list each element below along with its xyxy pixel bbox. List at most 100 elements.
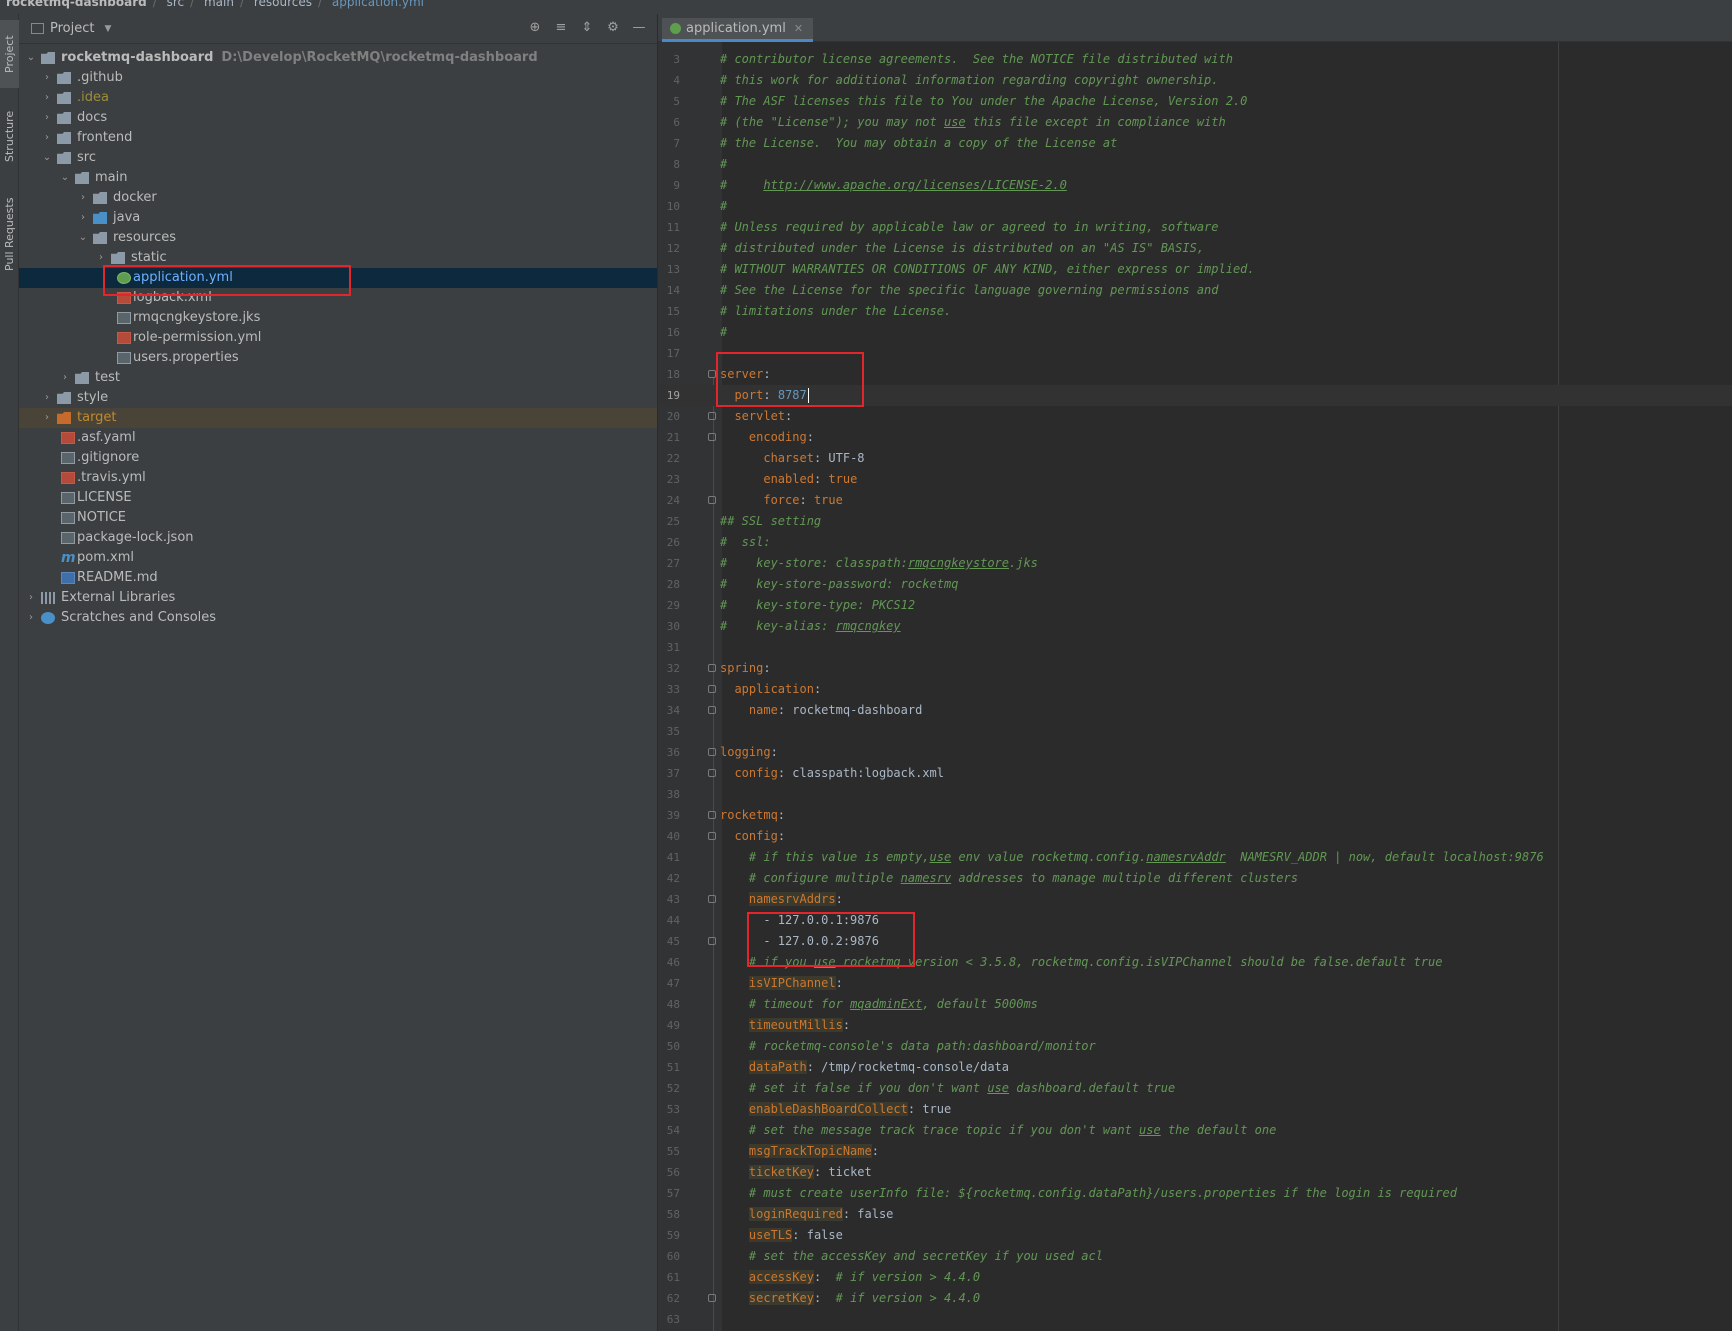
tab-structure[interactable]: Structure xyxy=(0,98,19,174)
fold-marker-icon[interactable] xyxy=(708,433,716,441)
fold-marker-icon[interactable] xyxy=(708,769,716,777)
tree-row[interactable]: package-lock.json xyxy=(19,528,657,548)
breadcrumb-item[interactable]: src xyxy=(167,0,185,9)
fold-marker-icon[interactable] xyxy=(708,811,716,819)
chevron-right-icon[interactable]: › xyxy=(25,608,37,628)
tree-row[interactable]: › target xyxy=(19,408,657,428)
code-line[interactable]: # xyxy=(720,154,727,175)
locate-icon[interactable]: ⊕ xyxy=(527,20,543,36)
code-line[interactable]: charset: UTF-8 xyxy=(720,448,864,469)
fold-marker-icon[interactable] xyxy=(708,370,716,378)
chevron-down-icon[interactable]: ⌄ xyxy=(77,228,89,248)
code-line[interactable]: # the License. You may obtain a copy of … xyxy=(720,133,1117,154)
tree-row-root[interactable]: ⌄ rocketmq-dashboard D:\Develop\RocketMQ\… xyxy=(19,48,657,68)
code-line[interactable]: enabled: true xyxy=(720,469,857,490)
code-line[interactable]: application: xyxy=(720,679,821,700)
code-line[interactable]: # set it false if you don't want use das… xyxy=(720,1078,1175,1099)
tree-row[interactable]: › static xyxy=(19,248,657,268)
code-line[interactable]: isVIPChannel: xyxy=(720,973,843,994)
tree-row[interactable]: › .idea xyxy=(19,88,657,108)
code-line[interactable]: ticketKey: ticket xyxy=(720,1162,872,1183)
tree-row[interactable]: LICENSE xyxy=(19,488,657,508)
code-line[interactable]: # configure multiple namesrv addresses t… xyxy=(720,868,1298,889)
tree-row[interactable]: NOTICE xyxy=(19,508,657,528)
code-line[interactable]: # rocketmq-console's data path:dashboard… xyxy=(720,1036,1096,1057)
breadcrumb-item[interactable]: resources xyxy=(254,0,312,9)
code-line[interactable]: enableDashBoardCollect: true xyxy=(720,1099,951,1120)
tree-row[interactable]: › docs xyxy=(19,108,657,128)
chevron-down-icon[interactable]: ▼ xyxy=(104,24,111,34)
code-line[interactable]: # key-alias: rmqcngkey xyxy=(720,616,901,637)
code-line[interactable]: spring: xyxy=(720,658,771,679)
tree-row[interactable]: ⌄ resources xyxy=(19,228,657,248)
tree-row[interactable]: ⌄ main xyxy=(19,168,657,188)
fold-marker-icon[interactable] xyxy=(708,748,716,756)
chevron-right-icon[interactable]: › xyxy=(41,108,53,128)
code-line[interactable]: # this work for additional information r… xyxy=(720,70,1219,91)
chevron-down-icon[interactable]: ⌄ xyxy=(41,148,53,168)
code-line[interactable]: force: true xyxy=(720,490,842,511)
breadcrumb-item[interactable]: application.yml xyxy=(332,0,424,9)
code-line[interactable]: # http://www.apache.org/licenses/LICENSE… xyxy=(720,175,1067,196)
chevron-right-icon[interactable]: › xyxy=(25,588,37,608)
code-line[interactable]: # limitations under the License. xyxy=(720,301,951,322)
tree-row[interactable]: .travis.yml xyxy=(19,468,657,488)
chevron-right-icon[interactable]: › xyxy=(41,388,53,408)
code-line[interactable]: servlet: xyxy=(720,406,792,427)
fold-marker-icon[interactable] xyxy=(708,1294,716,1302)
chevron-down-icon[interactable]: ⌄ xyxy=(25,48,37,68)
code-line[interactable]: # contributor license agreements. See th… xyxy=(720,49,1233,70)
code-line[interactable]: # xyxy=(720,196,727,217)
chevron-right-icon[interactable]: › xyxy=(77,188,89,208)
tree-row-selected[interactable]: application.yml xyxy=(19,268,657,288)
code-line[interactable]: encoding: xyxy=(720,427,814,448)
chevron-right-icon[interactable]: › xyxy=(41,88,53,108)
tree-row[interactable]: role-permission.yml xyxy=(19,328,657,348)
code-line[interactable]: # must create userInfo file: ${rocketmq.… xyxy=(720,1183,1457,1204)
code-line[interactable]: # key-store-type: PKCS12 xyxy=(720,595,915,616)
code-line[interactable]: logging: xyxy=(720,742,778,763)
code-line[interactable]: # timeout for mqadminExt, default 5000ms xyxy=(720,994,1038,1015)
tab-pull-requests[interactable]: Pull Requests xyxy=(0,184,19,284)
chevron-right-icon[interactable]: › xyxy=(95,248,107,268)
tab-project[interactable]: Project xyxy=(0,20,19,88)
close-icon[interactable]: ✕ xyxy=(794,18,803,40)
breadcrumb-item[interactable]: rocketmq-dashboard xyxy=(6,0,147,9)
code-line[interactable]: # (the "License"); you may not use this … xyxy=(720,112,1226,133)
fold-marker-icon[interactable] xyxy=(708,832,716,840)
code-line[interactable]: timeoutMillis: xyxy=(720,1015,850,1036)
code-line[interactable]: # The ASF licenses this file to You unde… xyxy=(720,91,1247,112)
code-line[interactable]: # set the accessKey and secretKey if you… xyxy=(720,1246,1103,1267)
tree-row[interactable]: m pom.xml xyxy=(19,548,657,568)
tree-row[interactable]: .asf.yaml xyxy=(19,428,657,448)
tree-row[interactable]: users.properties xyxy=(19,348,657,368)
tree-row[interactable]: logback.xml xyxy=(19,288,657,308)
tree-row[interactable]: › External Libraries xyxy=(19,588,657,608)
tree-row[interactable]: › docker xyxy=(19,188,657,208)
code-line[interactable]: - 127.0.0.1:9876 xyxy=(720,910,879,931)
gear-icon[interactable]: ⚙ xyxy=(605,20,621,36)
code-line[interactable]: # WITHOUT WARRANTIES OR CONDITIONS OF AN… xyxy=(720,259,1255,280)
code-line[interactable]: # if you use rocketmq version < 3.5.8, r… xyxy=(720,952,1443,973)
tree-row[interactable]: › Scratches and Consoles xyxy=(19,608,657,628)
code-line[interactable]: ## SSL setting xyxy=(720,511,821,532)
tab-application-yml[interactable]: application.yml ✕ xyxy=(662,18,814,42)
code-line[interactable]: port: 8787 xyxy=(720,385,809,406)
code-line[interactable]: name: rocketmq-dashboard xyxy=(720,700,922,721)
minimize-icon[interactable]: — xyxy=(631,20,647,36)
fold-marker-icon[interactable] xyxy=(708,496,716,504)
collapse-all-icon[interactable]: ⇕ xyxy=(579,20,595,36)
code-line[interactable]: # if this value is empty,use env value r… xyxy=(720,847,1544,868)
code-line[interactable]: namesrvAddrs: xyxy=(720,889,843,910)
code-line[interactable]: accessKey: # if version > 4.4.0 xyxy=(720,1267,980,1288)
fold-marker-icon[interactable] xyxy=(708,412,716,420)
code-line[interactable]: # Unless required by applicable law or a… xyxy=(720,217,1219,238)
tree-row[interactable]: ⌄ src xyxy=(19,148,657,168)
tree-row[interactable]: › style xyxy=(19,388,657,408)
code-line[interactable]: # key-store-password: rocketmq xyxy=(720,574,958,595)
tree-row[interactable]: README.md xyxy=(19,568,657,588)
code-line[interactable]: # key-store: classpath:rmqcngkeystore.jk… xyxy=(720,553,1038,574)
tree-row[interactable]: .gitignore xyxy=(19,448,657,468)
chevron-right-icon[interactable]: › xyxy=(41,408,53,428)
fold-marker-icon[interactable] xyxy=(708,895,716,903)
